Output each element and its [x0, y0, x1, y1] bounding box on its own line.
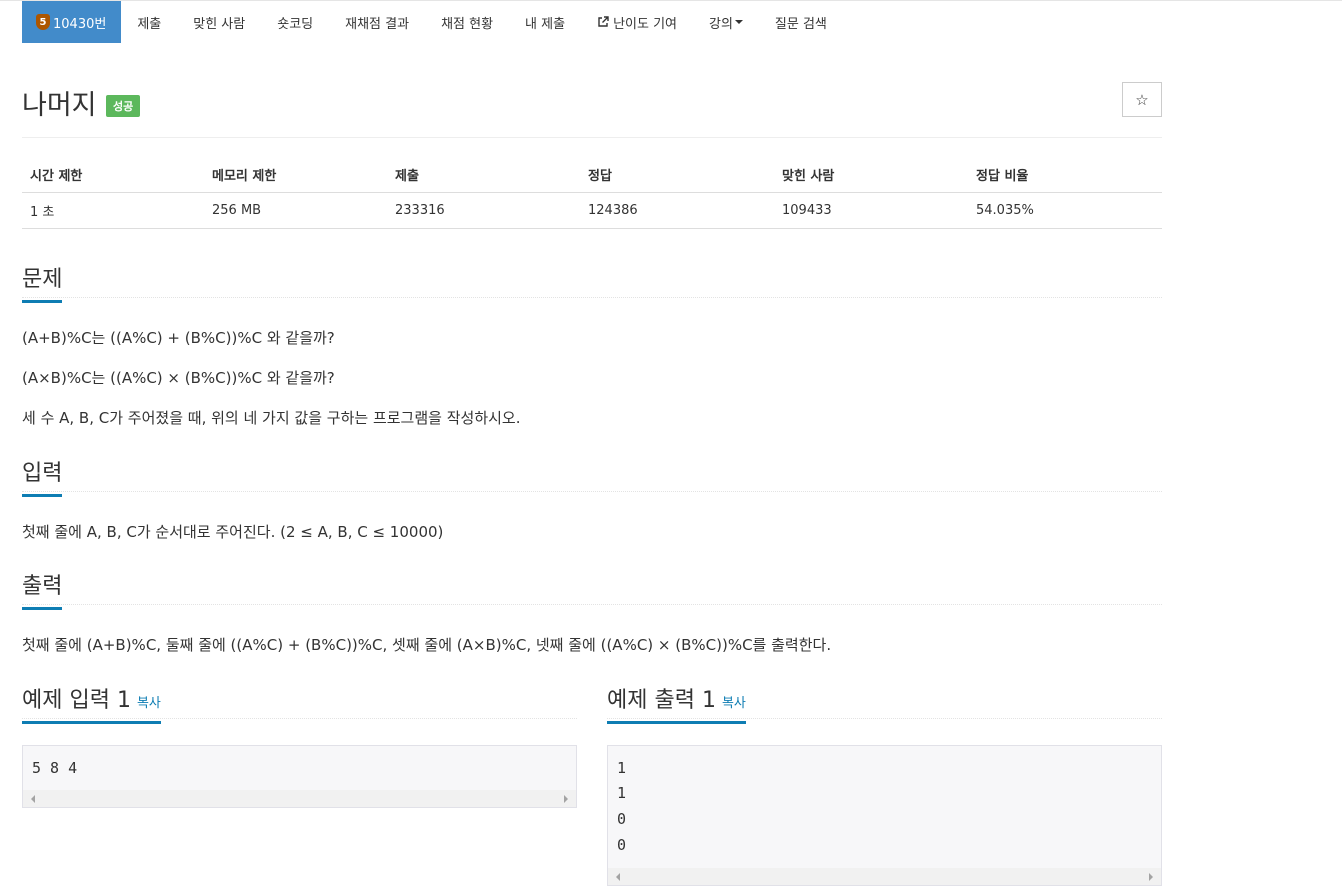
input-description: 첫째 줄에 A, B, C가 순서대로 주어진다. (2 ≤ A, B, C ≤…	[22, 523, 444, 541]
nav-my-submissions[interactable]: 내 제출	[509, 1, 581, 43]
solved-users-value: 109433	[774, 192, 968, 229]
horizontal-scrollbar[interactable]	[608, 868, 1161, 885]
sample-input-header: 예제 입력 1 복사	[22, 682, 577, 724]
description-section-header: 문제	[22, 261, 1162, 303]
title-row: 나머지 성공 ☆	[22, 80, 1162, 138]
header-memory-limit: 메모리 제한	[204, 157, 387, 193]
nav-solved-users[interactable]: 맞힌 사람	[177, 1, 261, 43]
nav-submit[interactable]: 제출	[121, 1, 177, 43]
sample-output-box[interactable]: 1 1 0 0	[607, 745, 1162, 886]
header-accepted: 정답	[580, 157, 774, 193]
problem-nav: 5 10430번 제출 맞힌 사람 숏코딩 재채점 결과 채점 현황 내 제출 …	[22, 1, 843, 43]
tier-badge-icon: 5	[36, 14, 50, 30]
nav-lectures-dropdown[interactable]: 강의	[693, 1, 759, 43]
scroll-right-icon[interactable]	[1149, 873, 1153, 881]
page-title: 나머지	[22, 90, 97, 121]
sample-output-line: 0	[617, 810, 627, 828]
nav-status[interactable]: 채점 현황	[425, 1, 509, 43]
copy-sample-input-link[interactable]: 복사	[137, 696, 161, 711]
status-badge: 성공	[106, 95, 141, 117]
description-heading: 문제	[22, 261, 63, 303]
nav-difficulty-label: 난이도 기여	[613, 16, 677, 32]
nav-short-coding[interactable]: 숏코딩	[261, 1, 329, 43]
sample-input-box[interactable]: 5 8 4	[22, 745, 577, 808]
sample-output-header: 예제 출력 1 복사	[607, 682, 1162, 724]
accepted-value: 124386	[580, 192, 774, 229]
nav-question-search[interactable]: 질문 검색	[759, 1, 843, 43]
favorite-star-button[interactable]: ☆	[1122, 82, 1162, 117]
header-time-limit: 시간 제한	[22, 157, 204, 193]
header-submissions: 제출	[387, 157, 580, 193]
copy-sample-output-link[interactable]: 복사	[722, 696, 746, 711]
sample-input-heading: 예제 입력 1 복사	[22, 682, 161, 724]
external-link-icon	[598, 16, 609, 27]
header-accept-ratio: 정답 비율	[968, 157, 1162, 193]
header-solved-users: 맞힌 사람	[774, 157, 968, 193]
sample-output-line: 1	[617, 759, 627, 777]
scroll-left-icon[interactable]	[31, 795, 35, 803]
sample-output-line: 1	[617, 784, 627, 802]
sample-input-line: 5 8 4	[32, 759, 78, 777]
table-header-row: 시간 제한 메모리 제한 제출 정답 맞힌 사람 정답 비율	[22, 157, 1162, 193]
nav-difficulty-contribution[interactable]: 난이도 기여	[581, 1, 693, 43]
sample-output-title: 예제 출력 1	[607, 688, 716, 713]
description-line: 세 수 A, B, C가 주어졌을 때, 위의 네 가지 값을 구하는 프로그램…	[22, 409, 521, 427]
nav-rejudge-results[interactable]: 재채점 결과	[329, 1, 425, 43]
scroll-left-icon[interactable]	[616, 873, 620, 881]
problem-id-label: 10430번	[53, 16, 107, 32]
input-heading: 입력	[22, 455, 63, 497]
star-icon: ☆	[1135, 90, 1149, 109]
description-line: (A+B)%C는 ((A%C) + (B%C))%C 와 같을까?	[22, 329, 335, 347]
nav-lectures-label: 강의	[709, 16, 733, 32]
chevron-down-icon	[734, 20, 743, 24]
nav-problem-id[interactable]: 5 10430번	[22, 1, 122, 43]
input-section-header: 입력	[22, 455, 1162, 497]
output-heading: 출력	[22, 568, 63, 610]
scroll-right-icon[interactable]	[564, 795, 568, 803]
memory-limit-value: 256 MB	[204, 192, 387, 229]
sample-output-line: 0	[617, 836, 627, 854]
output-description: 첫째 줄에 (A+B)%C, 둘째 줄에 ((A%C) + (B%C))%C, …	[22, 636, 832, 654]
description-line: (A×B)%C는 ((A%C) × (B%C))%C 와 같을까?	[22, 369, 335, 387]
sample-input-title: 예제 입력 1	[22, 688, 131, 713]
accept-ratio-value: 54.035%	[968, 192, 1162, 229]
sample-output-heading: 예제 출력 1 복사	[607, 682, 746, 724]
table-row: 1 초 256 MB 233316 124386 109433 54.035%	[22, 192, 1162, 229]
time-limit-value: 1 초	[22, 192, 204, 229]
output-section-header: 출력	[22, 568, 1162, 610]
horizontal-scrollbar[interactable]	[23, 790, 576, 807]
submissions-value: 233316	[387, 192, 580, 229]
problem-info-table: 시간 제한 메모리 제한 제출 정답 맞힌 사람 정답 비율 1 초 256 M…	[22, 157, 1162, 229]
